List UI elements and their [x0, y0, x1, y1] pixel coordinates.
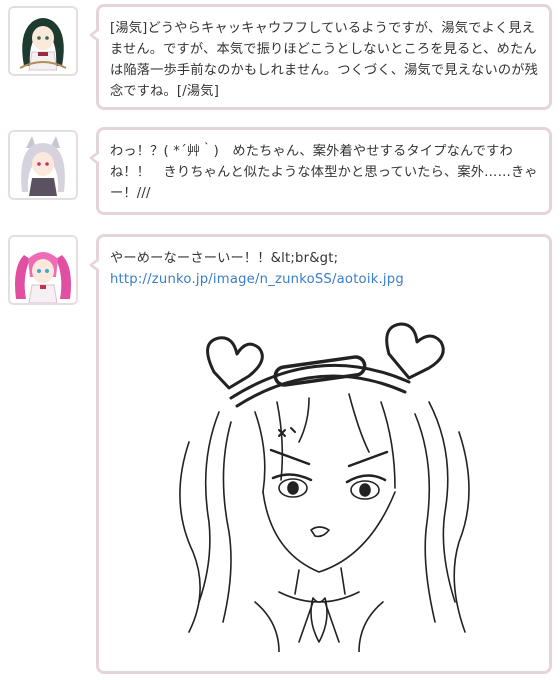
- message-bubble: わっ！？( *´艸｀) めたちゃん、案外着やせするタイプなんですわね！！ きりち…: [89, 127, 552, 215]
- message-text: [湯気]どうやらキャッキャウフフしているようですが、湯気でよく見えません。ですが…: [110, 21, 539, 99]
- bubble-tail: [89, 27, 100, 43]
- bubble-tail: [89, 257, 100, 273]
- image-link[interactable]: http://zunko.jp/image/n_zunkoSS/aotoik.j…: [110, 269, 538, 290]
- avatar-pink-twintail-maid: [8, 235, 78, 305]
- avatar-green-hair-girl: [8, 6, 78, 76]
- green-hair-girl-avatar-icon: [10, 8, 76, 74]
- message-bubble: やーめーなーさーいー！！&lt;br&gt; http://zunko.jp/i…: [89, 234, 552, 674]
- angry-maid-girl-sketch-icon: [179, 322, 470, 652]
- message-text: わっ！？( *´艸｀) めたちゃん、案外着やせするタイプなんですわね！！ きりち…: [110, 144, 538, 201]
- silver-hair-catgirl-avatar-icon: [10, 132, 76, 198]
- avatar-silver-hair-catgirl: [8, 130, 78, 200]
- bubble-tail: [89, 150, 100, 166]
- message-bubble: [湯気]どうやらキャッキャウフフしているようですが、湯気でよく見えません。ですが…: [89, 4, 552, 110]
- message-text: やーめーなーさーいー！！&lt;br&gt;: [110, 251, 339, 266]
- pink-twintail-maid-avatar-icon: [10, 237, 76, 303]
